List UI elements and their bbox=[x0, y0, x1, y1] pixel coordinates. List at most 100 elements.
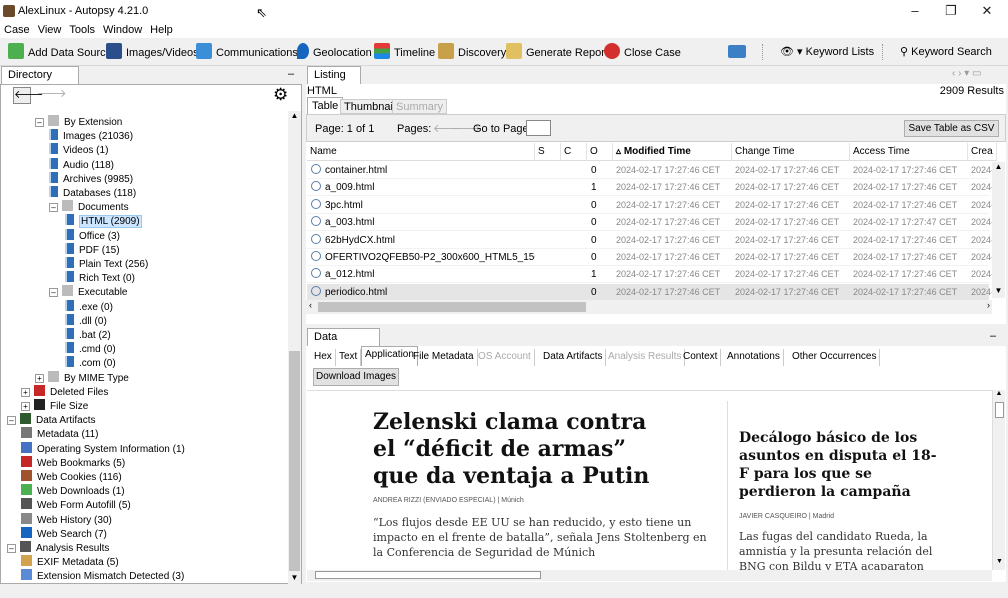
subtab-context[interactable]: Context bbox=[680, 349, 722, 366]
scroll-up-arrow[interactable]: ▲ bbox=[993, 390, 1005, 400]
subtab-text[interactable]: Text bbox=[336, 349, 362, 366]
tree-node[interactable]: – Executable bbox=[49, 285, 127, 299]
article-headline-1[interactable]: Zelenski clama contra el “déficit de arm… bbox=[373, 409, 673, 490]
expand-toggle-icon[interactable]: – bbox=[49, 288, 58, 298]
scroll-right-arrow[interactable]: › bbox=[987, 300, 990, 310]
close-window-button[interactable]: ✕ bbox=[972, 2, 1002, 20]
tree-node[interactable]: Extension Mismatch Detected (3) bbox=[21, 569, 184, 583]
expand-toggle-icon[interactable]: – bbox=[7, 544, 16, 553]
expand-toggle-icon[interactable]: – bbox=[35, 118, 44, 127]
table-row[interactable]: 62bHydCX.html 0 2024-02-17 17:27:46 CET 202… bbox=[307, 232, 993, 249]
tree-node[interactable]: – Analysis Results bbox=[7, 541, 109, 555]
subtab-file-metadata[interactable]: File Metadata bbox=[410, 349, 478, 366]
menu-tools[interactable]: Tools bbox=[65, 22, 99, 38]
tree-node[interactable]: Web Search (7) bbox=[21, 526, 107, 541]
scroll-thumb[interactable] bbox=[995, 402, 1004, 418]
tree-node[interactable]: Office (3) bbox=[65, 228, 120, 243]
tree-node[interactable]: EXIF Metadata (5) bbox=[21, 555, 119, 569]
tree-node[interactable]: Web Cookies (116) bbox=[21, 470, 122, 484]
col-modified-time[interactable]: ▵ Modified Time bbox=[613, 143, 732, 161]
hscroll-thumb[interactable] bbox=[315, 571, 541, 579]
tree-node[interactable]: Web Form Autofill (5) bbox=[21, 498, 131, 512]
minimize-panel-icon[interactable]: – bbox=[288, 68, 294, 80]
tree-node[interactable]: Videos (1) bbox=[49, 143, 108, 157]
tree-node[interactable]: .cmd (0) bbox=[65, 342, 116, 356]
scroll-left-arrow[interactable]: ‹ bbox=[309, 300, 312, 310]
menu-case[interactable]: Case bbox=[0, 22, 34, 38]
expand-toggle-icon[interactable]: + bbox=[21, 387, 30, 397]
table-hscroll[interactable]: ‹ › bbox=[306, 300, 992, 314]
download-images-button[interactable]: Download Images bbox=[313, 368, 399, 386]
tab-table[interactable]: Table bbox=[307, 97, 344, 114]
email-button[interactable] bbox=[728, 43, 750, 61]
subtab-os-account[interactable]: OS Account bbox=[475, 349, 535, 366]
tree-node[interactable]: PDF (15) bbox=[65, 242, 120, 257]
table-row[interactable]: OFERTIVO2QFEB50-P2_300x600_HTML5_1502202… bbox=[307, 249, 993, 266]
keyword-lists-button[interactable]: 👁 ▾ Keyword Lists bbox=[780, 43, 874, 61]
table-row[interactable]: periodico.html 0 2024-02-17 17:27:46 CET 20… bbox=[307, 283, 993, 301]
col-c[interactable]: C bbox=[561, 143, 587, 161]
tree-node[interactable]: + By MIME Type bbox=[35, 370, 129, 385]
add-data-source-button[interactable]: Add Data Source bbox=[8, 43, 112, 61]
table-row[interactable]: a_009.html 1 2024-02-17 17:27:46 CET 2024-0… bbox=[307, 179, 993, 197]
tab-listing[interactable]: Listing bbox=[307, 66, 361, 84]
tree-node[interactable]: Databases (118) bbox=[49, 186, 136, 200]
generate-report-button[interactable]: Generate Report bbox=[506, 43, 608, 61]
tab-directory-tree[interactable]: Directory Tree bbox=[1, 66, 79, 98]
expand-toggle-icon[interactable]: + bbox=[35, 373, 44, 383]
subtab-analysis-results[interactable]: Analysis Results bbox=[605, 349, 686, 366]
tree-node[interactable]: HTML (2909) bbox=[65, 214, 142, 229]
article-headline-2[interactable]: Decálogo básico de los asuntos en disput… bbox=[739, 429, 939, 501]
tree-node[interactable]: Images (21036) bbox=[49, 129, 133, 143]
tree-node[interactable]: Rich Text (0) bbox=[65, 271, 135, 285]
menu-window[interactable]: Window bbox=[99, 22, 146, 38]
col-created[interactable]: Crea bbox=[968, 143, 997, 161]
tree-node[interactable]: Web Bookmarks (5) bbox=[21, 455, 125, 470]
timeline-button[interactable]: Timeline bbox=[374, 43, 435, 61]
tree-node[interactable]: Audio (118) bbox=[49, 157, 114, 172]
tree-node[interactable]: Web History (30) bbox=[21, 512, 112, 527]
table-row[interactable]: container.html 0 2024-02-17 17:27:46 CET 20… bbox=[307, 162, 993, 179]
render-hscroll[interactable] bbox=[307, 570, 992, 581]
minimize-button[interactable]: – bbox=[900, 2, 930, 20]
expand-toggle-icon[interactable]: – bbox=[7, 416, 16, 426]
subtab-annotations[interactable]: Annotations bbox=[724, 349, 784, 366]
tree-node[interactable]: .bat (2) bbox=[65, 328, 111, 342]
scroll-down-arrow[interactable]: ▼ bbox=[993, 558, 1006, 568]
expand-toggle-icon[interactable]: – bbox=[49, 203, 58, 213]
scroll-down-arrow[interactable]: ▼ bbox=[992, 286, 1005, 298]
subtab-hex[interactable]: Hex bbox=[311, 349, 336, 366]
table-row[interactable]: 3pc.html 0 2024-02-17 17:27:46 CET 2024-02-… bbox=[307, 197, 993, 214]
maximize-button[interactable]: ❐ bbox=[936, 2, 966, 20]
discovery-button[interactable]: Discovery bbox=[438, 43, 506, 61]
tree-node[interactable]: Operating System Information (1) bbox=[21, 441, 185, 456]
table-vscroll[interactable]: ▲ ▼ bbox=[992, 162, 1005, 298]
tree-node[interactable]: + Deleted Files bbox=[21, 384, 108, 399]
tree-scrollbar[interactable]: ▲ ▼ bbox=[288, 111, 301, 585]
images-videos-button[interactable]: Images/Videos bbox=[106, 43, 199, 61]
communications-button[interactable]: Communications bbox=[196, 43, 298, 61]
goto-page-input[interactable] bbox=[526, 120, 551, 136]
keyword-search-button[interactable]: ⚲ Keyword Search bbox=[900, 43, 992, 61]
table-row[interactable]: a_003.html 0 2024-02-17 17:27:46 CET 2024-0… bbox=[307, 214, 993, 232]
subtab-other-occurrences[interactable]: Other Occurrences bbox=[789, 349, 881, 366]
tab-summary[interactable]: Summary bbox=[392, 99, 448, 114]
hscroll-thumb[interactable] bbox=[318, 302, 586, 312]
tree-node[interactable]: + File Size bbox=[21, 399, 88, 413]
col-name[interactable]: Name bbox=[307, 143, 535, 161]
subtab-data-artifacts[interactable]: Data Artifacts bbox=[540, 349, 607, 366]
tree-node[interactable]: Archives (9985) bbox=[49, 171, 133, 186]
tree-node[interactable]: – By Extension bbox=[35, 115, 122, 129]
tree-node[interactable]: .com (0) bbox=[65, 356, 116, 370]
tree-node[interactable]: .dll (0) bbox=[65, 313, 107, 328]
forward-arrow-button[interactable]: 🡒 bbox=[37, 87, 67, 104]
expand-toggle-icon[interactable]: + bbox=[21, 402, 30, 411]
render-vscroll[interactable]: ▲ ▼ bbox=[992, 390, 1005, 570]
tree-node[interactable]: Web Downloads (1) bbox=[21, 484, 125, 498]
col-o[interactable]: O bbox=[587, 143, 613, 161]
tab-thumbnail[interactable]: Thumbnail bbox=[340, 99, 400, 114]
col-s[interactable]: S bbox=[535, 143, 561, 161]
back-arrow-button[interactable]: 🡐 bbox=[13, 87, 44, 104]
scroll-up-arrow[interactable]: ▲ bbox=[288, 111, 301, 123]
menu-help[interactable]: Help bbox=[146, 22, 177, 38]
